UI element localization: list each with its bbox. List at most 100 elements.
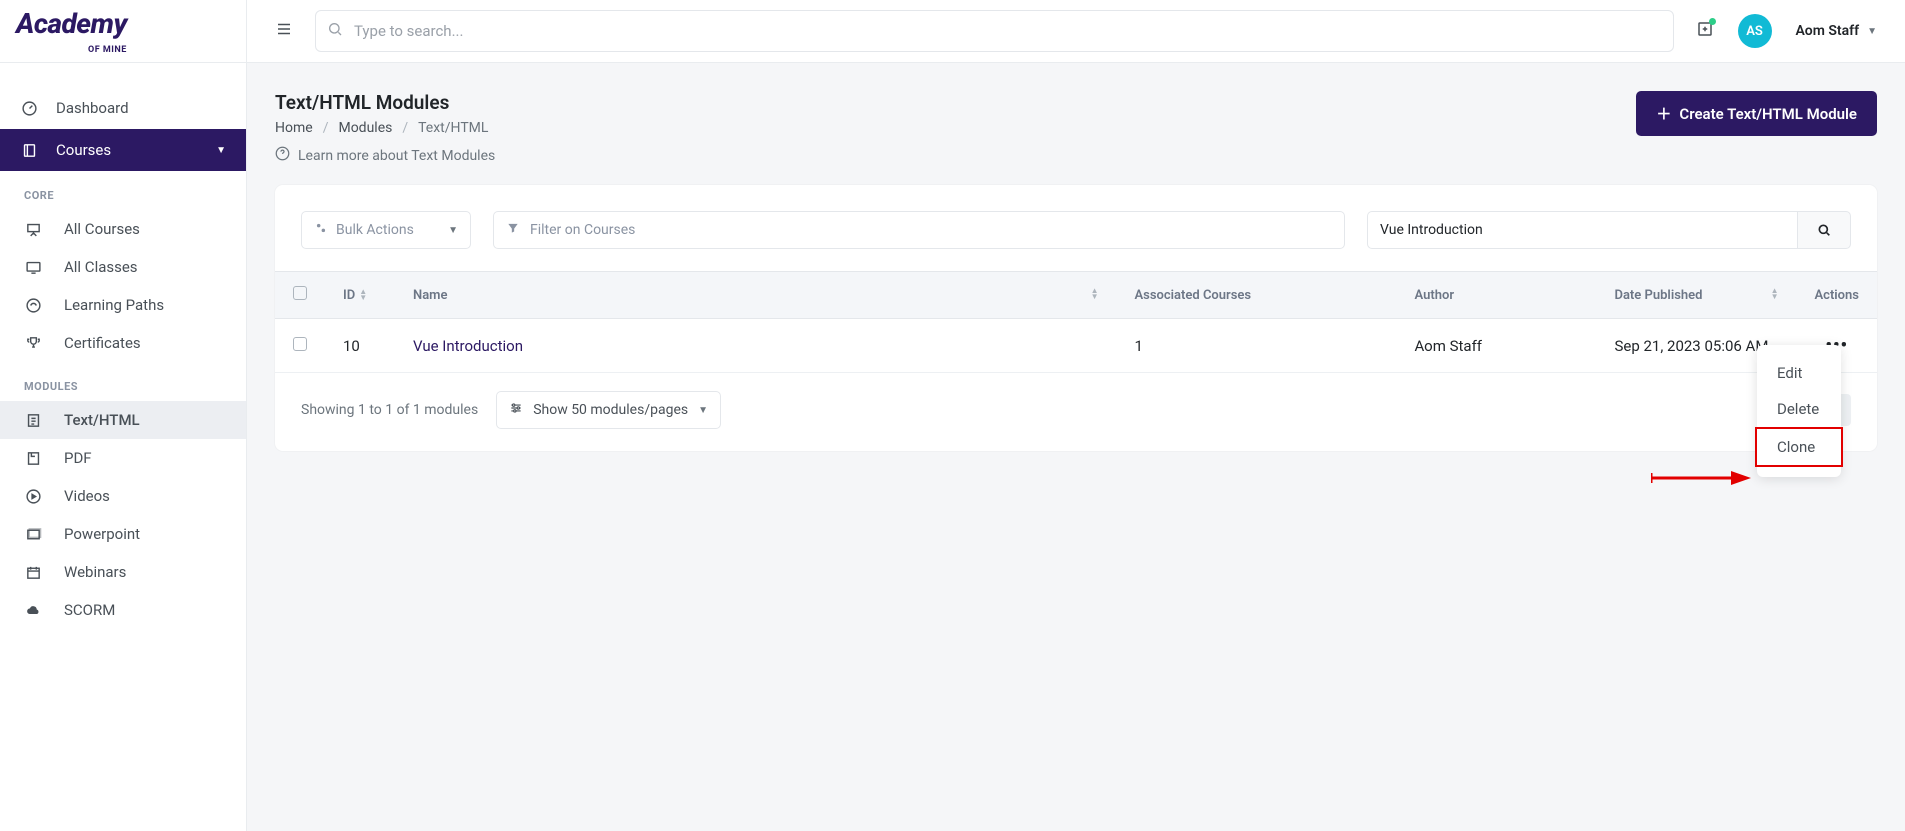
- sidebar-item-label: Courses: [56, 141, 111, 159]
- logo-area: Academy OF MINE: [0, 0, 246, 63]
- sidebar-item-label: All Courses: [64, 220, 140, 238]
- sidebar-item-all-courses[interactable]: All Courses: [0, 210, 246, 248]
- sidebar: Academy OF MINE Dashboard Courses ▼: [0, 0, 247, 831]
- sidebar-item-label: All Classes: [64, 258, 138, 276]
- sort-icon[interactable]: ▲▼: [359, 289, 367, 301]
- sidebar-item-label: Learning Paths: [64, 296, 164, 314]
- sidebar-item-text-html[interactable]: Text/HTML: [0, 401, 246, 439]
- breadcrumb: Home / Modules / Text/HTML: [275, 120, 495, 136]
- separator-icon: /: [323, 120, 329, 136]
- bulk-actions-select[interactable]: Bulk Actions ▼: [301, 211, 471, 249]
- help-icon: [275, 146, 290, 165]
- column-date[interactable]: Date Published: [1614, 288, 1702, 303]
- sidebar-item-label: Text/HTML: [64, 411, 140, 429]
- modules-card: Bulk Actions ▼ Filter on Courses: [275, 185, 1877, 451]
- plus-icon: ＋: [1656, 103, 1671, 124]
- calendar-icon: [24, 563, 42, 581]
- action-delete[interactable]: Delete: [1757, 391, 1841, 427]
- sidebar-item-learning-paths[interactable]: Learning Paths: [0, 286, 246, 324]
- column-name[interactable]: Name: [413, 288, 447, 303]
- sidebar-item-certificates[interactable]: Certificates: [0, 324, 246, 362]
- sidebar-item-courses[interactable]: Courses ▼: [0, 129, 246, 171]
- brand-logo: Academy: [16, 7, 127, 40]
- column-actions: Actions: [1814, 288, 1859, 303]
- cloud-icon: [24, 601, 42, 619]
- gauge-icon: [20, 99, 38, 117]
- action-clone[interactable]: Clone: [1755, 427, 1843, 467]
- text-icon: [24, 411, 42, 429]
- page-size-label: Show 50 modules/pages: [533, 402, 688, 418]
- sort-icon[interactable]: ▲▼: [1091, 288, 1099, 300]
- topbar: AS Aom Staff ▼: [247, 0, 1905, 63]
- play-icon: [24, 487, 42, 505]
- sliders-icon: [509, 401, 523, 419]
- sidebar-item-webinars[interactable]: Webinars: [0, 553, 246, 591]
- global-search-input[interactable]: [315, 10, 1674, 52]
- chevron-down-icon: ▼: [216, 145, 226, 156]
- notification-dot-icon: [1709, 18, 1716, 25]
- sidebar-nav: Dashboard Courses ▼ CORE All Courses All…: [0, 63, 246, 629]
- menu-toggle-icon[interactable]: [275, 20, 293, 42]
- sort-icon[interactable]: ▲▼: [1771, 288, 1779, 300]
- page-size-select[interactable]: Show 50 modules/pages ▼: [496, 391, 721, 429]
- sidebar-item-videos[interactable]: Videos: [0, 477, 246, 515]
- user-avatar[interactable]: AS: [1738, 14, 1772, 48]
- module-search-input[interactable]: [1367, 211, 1797, 249]
- sidebar-item-label: Webinars: [64, 563, 126, 581]
- brand-subtitle: OF MINE: [88, 45, 127, 55]
- filter-placeholder: Filter on Courses: [530, 222, 635, 238]
- slides-icon: [24, 525, 42, 543]
- monitor-icon: [24, 258, 42, 276]
- trophy-icon: [24, 334, 42, 352]
- breadcrumb-home[interactable]: Home: [275, 120, 313, 136]
- sidebar-item-pdf[interactable]: PDF: [0, 439, 246, 477]
- row-name-link[interactable]: Vue Introduction: [413, 337, 523, 355]
- create-module-button[interactable]: ＋ Create Text/HTML Module: [1636, 91, 1877, 136]
- pdf-icon: [24, 449, 42, 467]
- sidebar-section-core: CORE: [0, 171, 246, 210]
- breadcrumb-modules[interactable]: Modules: [338, 120, 392, 136]
- sidebar-item-dashboard[interactable]: Dashboard: [0, 87, 246, 129]
- global-search: [315, 10, 1674, 52]
- row-author: Aom Staff: [1396, 319, 1596, 373]
- sidebar-item-label: Certificates: [64, 334, 141, 352]
- sidebar-item-label: SCORM: [64, 601, 115, 619]
- learn-more-link[interactable]: Learn more about Text Modules: [275, 146, 495, 165]
- sidebar-item-powerpoint[interactable]: Powerpoint: [0, 515, 246, 553]
- modules-table: ID▲▼ Name▲▼ Associated Courses Author Da…: [275, 271, 1877, 373]
- chevron-down-icon: ▼: [448, 225, 458, 236]
- table-row: 10 Vue Introduction 1 Aom Staff Sep 21, …: [275, 319, 1877, 373]
- row-checkbox[interactable]: [293, 337, 307, 351]
- user-menu[interactable]: Aom Staff ▼: [1796, 23, 1877, 39]
- annotation-arrow-icon: [1651, 463, 1751, 493]
- sidebar-item-scorm[interactable]: SCORM: [0, 591, 246, 629]
- search-icon: [327, 21, 343, 41]
- gears-icon: [314, 221, 328, 239]
- breadcrumb-current: Text/HTML: [418, 120, 488, 136]
- sidebar-item-all-classes[interactable]: All Classes: [0, 248, 246, 286]
- row-actions-menu: Edit Delete Clone: [1757, 345, 1841, 477]
- book-icon: [20, 141, 38, 159]
- separator-icon: /: [402, 120, 408, 136]
- sidebar-item-label: Powerpoint: [64, 525, 140, 543]
- chevron-down-icon: ▼: [1867, 26, 1877, 37]
- select-all-checkbox[interactable]: [293, 286, 307, 300]
- sidebar-item-label: PDF: [64, 449, 92, 467]
- path-icon: [24, 296, 42, 314]
- action-edit[interactable]: Edit: [1757, 355, 1841, 391]
- sidebar-section-modules: MODULES: [0, 362, 246, 401]
- sidebar-item-label: Dashboard: [56, 99, 129, 117]
- column-associated: Associated Courses: [1134, 288, 1251, 303]
- row-associated: 1: [1116, 319, 1396, 373]
- new-window-button[interactable]: [1696, 20, 1714, 42]
- module-search-button[interactable]: [1797, 211, 1851, 249]
- chevron-down-icon: ▼: [698, 405, 708, 416]
- filter-courses-input[interactable]: Filter on Courses: [493, 211, 1345, 249]
- funnel-icon: [506, 221, 520, 239]
- page-title: Text/HTML Modules: [275, 91, 495, 114]
- showing-text: Showing 1 to 1 of 1 modules: [301, 402, 478, 418]
- column-id[interactable]: ID: [343, 288, 355, 303]
- easel-icon: [24, 220, 42, 238]
- bulk-actions-label: Bulk Actions: [336, 222, 414, 238]
- row-id: 10: [325, 319, 395, 373]
